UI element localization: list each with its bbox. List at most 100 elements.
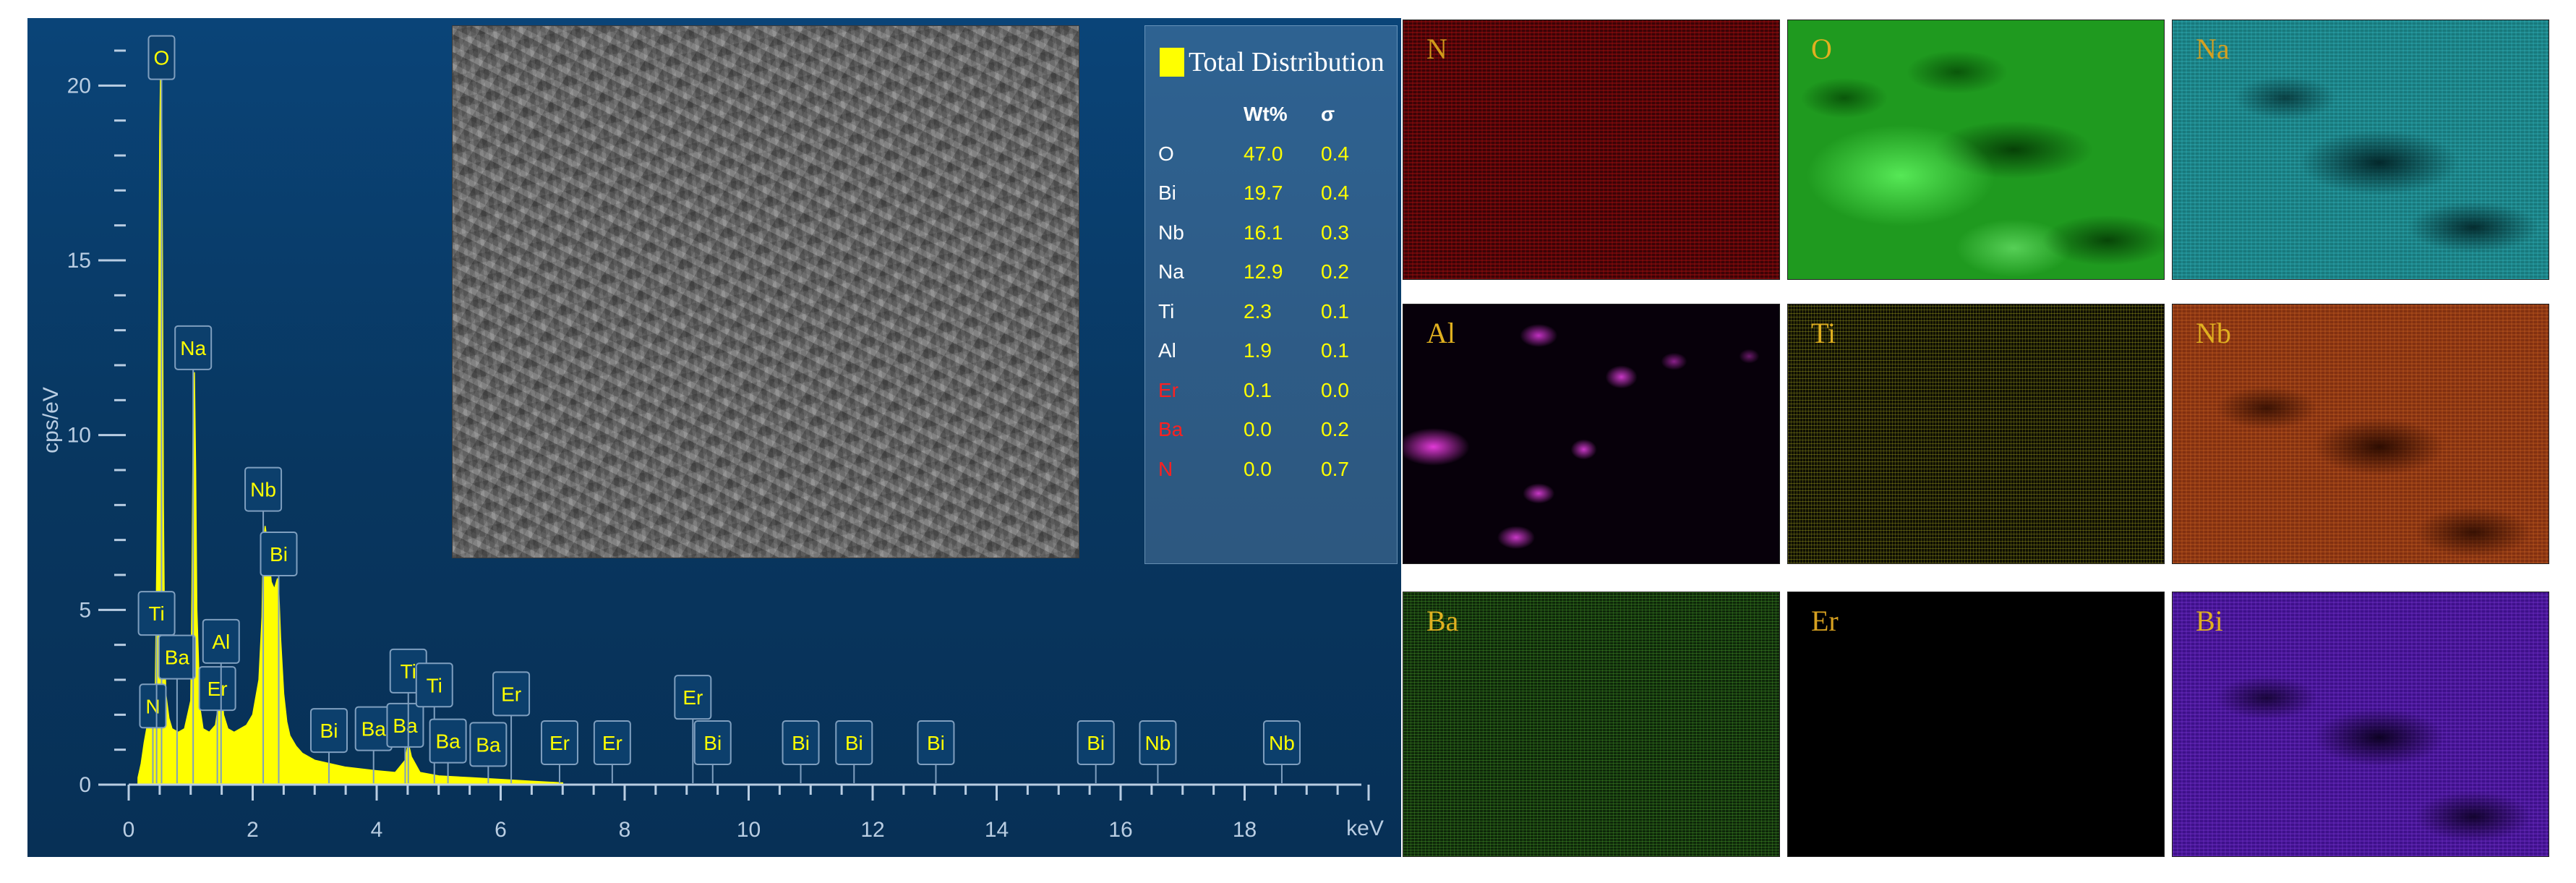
x-tick-label: 14	[985, 818, 1009, 842]
peak-label: Nb	[250, 479, 276, 501]
map-label-er: Er	[1811, 605, 1839, 637]
element-cell: Ti	[1158, 299, 1175, 323]
peak-label: Ti	[148, 602, 164, 625]
wt-cell: 12.9	[1244, 260, 1283, 283]
peak-label: Er	[682, 686, 703, 709]
peak-label: Al	[212, 631, 230, 653]
peak-label: Bi	[792, 732, 810, 754]
table-row: Na 12.9 0.2	[1158, 255, 1390, 294]
y-tick-label: 0	[79, 773, 91, 797]
map-label-n: N	[1426, 33, 1447, 65]
peak-label: Ba	[435, 730, 461, 753]
element-map-ba: Ba	[1403, 592, 1780, 857]
element-map-al: Al	[1403, 304, 1780, 564]
sem-micrograph-inset	[452, 25, 1079, 558]
wt-cell: 19.7	[1244, 182, 1283, 204]
x-tick-label: 2	[247, 818, 259, 842]
element-cell: O	[1158, 142, 1174, 165]
table-row: O 47.0 0.4	[1158, 137, 1390, 176]
x-tick-label: 12	[860, 818, 884, 842]
peak-label: O	[154, 47, 170, 69]
peak-label: N	[145, 695, 160, 717]
peak-label: Bi	[927, 732, 945, 754]
element-map-n: N	[1403, 20, 1780, 280]
sigma-cell: 0.1	[1321, 339, 1349, 362]
peak-label: Ba	[476, 733, 501, 756]
composition-table: Wt% σ O 47.0 0.4 Bi 19.7 0.4 Nb 16.1 0.3…	[1158, 97, 1390, 491]
composition-table-header: Wt% σ	[1158, 97, 1390, 137]
sigma-cell: 0.4	[1321, 182, 1349, 204]
table-row: N 0.0 0.7	[1158, 452, 1390, 492]
y-tick-label: 5	[79, 598, 91, 622]
peak-label: Er	[501, 683, 521, 705]
wt-cell: 47.0	[1244, 142, 1283, 165]
element-map-er: Er	[1787, 592, 2165, 857]
sigma-cell: 0.3	[1321, 221, 1349, 244]
x-axis-title: keV	[1346, 816, 1384, 840]
element-cell: Na	[1158, 260, 1184, 283]
wt-cell: 2.3	[1244, 299, 1272, 323]
peak-label: Bi	[320, 720, 338, 742]
eds-spectrum-panel: 0 2 4 6 8 10 12 14 16 18 0 5 10 15 20 O N Ti Ba Na Er Al Nb Bi…	[27, 18, 1401, 857]
table-row: Bi 19.7 0.4	[1158, 176, 1390, 216]
element-map-o: O	[1787, 20, 2165, 280]
map-label-al: Al	[1426, 317, 1455, 349]
peak-label: Na	[180, 337, 206, 359]
map-label-ba: Ba	[1426, 605, 1459, 637]
x-tick-label: 16	[1108, 818, 1132, 842]
peak-label: Bi	[1087, 732, 1105, 754]
y-tick-label: 10	[67, 424, 91, 448]
peak-label: Bi	[845, 732, 863, 754]
sigma-cell: 0.2	[1321, 418, 1349, 440]
map-label-o: O	[1811, 33, 1832, 65]
peak-label: Ba	[361, 718, 387, 741]
y-tick-label: 15	[67, 249, 91, 273]
peak-label: Bi	[703, 732, 722, 754]
peak-label: Er	[207, 678, 228, 700]
x-tick-label: 18	[1233, 818, 1257, 842]
map-label-ti: Ti	[1811, 317, 1836, 349]
sigma-cell: 0.1	[1321, 299, 1349, 323]
peak-label: Nb	[1269, 732, 1295, 754]
wt-cell: 1.9	[1244, 339, 1272, 362]
total-distribution-panel: Total Distribution Wt% σ O 47.0 0.4 Bi 1…	[1144, 25, 1398, 564]
element-cell: N	[1158, 457, 1173, 480]
table-row: Er 0.1 0.0	[1158, 373, 1390, 413]
peak-label: Ba	[165, 647, 190, 669]
peak-label: Er	[602, 732, 622, 754]
wt-cell: 0.0	[1244, 418, 1272, 440]
wt-cell: 16.1	[1244, 221, 1283, 244]
element-cell: Bi	[1158, 182, 1176, 204]
table-row: Al 1.9 0.1	[1158, 333, 1390, 373]
peak-label: Ti	[427, 674, 442, 696]
y-axis-title: cps/eV	[39, 387, 63, 453]
sigma-cell: 0.7	[1321, 457, 1349, 480]
map-label-nb: Nb	[2196, 317, 2231, 349]
sigma-cell: 0.0	[1321, 378, 1349, 401]
element-map-na: Na	[2172, 20, 2549, 280]
peak-label: Ba	[393, 714, 418, 737]
peak-label: Er	[549, 732, 570, 754]
element-cell: Al	[1158, 339, 1176, 362]
table-row: Ti 2.3 0.1	[1158, 294, 1390, 334]
element-cell: Er	[1158, 378, 1178, 401]
element-cell: Nb	[1158, 221, 1184, 244]
table-row: Nb 16.1 0.3	[1158, 216, 1390, 255]
map-label-na: Na	[2196, 33, 2230, 65]
sigma-cell: 0.2	[1321, 260, 1349, 283]
table-row: Ba 0.0 0.2	[1158, 412, 1390, 452]
column-header-wt: Wt%	[1244, 103, 1288, 125]
sigma-cell: 0.4	[1321, 142, 1349, 165]
peak-label: Nb	[1145, 732, 1171, 754]
wt-cell: 0.1	[1244, 378, 1272, 401]
y-tick-label: 20	[67, 74, 91, 98]
element-map-ti: Ti	[1787, 304, 2165, 564]
peak-label: Ti	[401, 660, 416, 683]
map-label-bi: Bi	[2196, 605, 2223, 637]
x-tick-label: 4	[371, 818, 383, 842]
x-tick-label: 10	[737, 818, 761, 842]
distribution-title: Total Distribution	[1189, 47, 1385, 77]
column-header-sigma: σ	[1321, 103, 1335, 125]
element-cell: Ba	[1158, 418, 1184, 440]
x-tick-label: 0	[123, 818, 135, 842]
